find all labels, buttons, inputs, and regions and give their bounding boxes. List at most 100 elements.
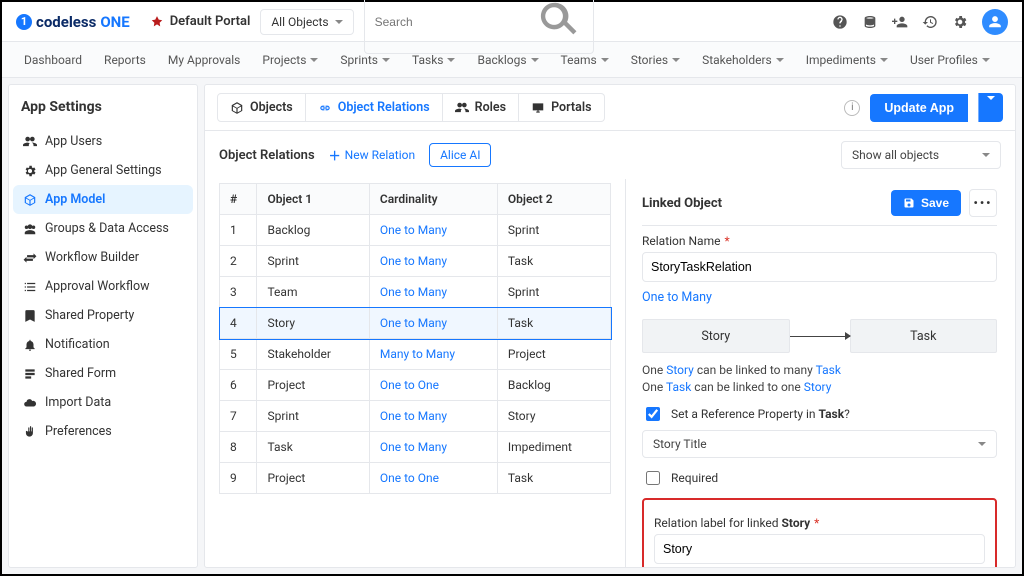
sidebar-item-import-data[interactable]: Import Data	[13, 388, 193, 417]
sidebar-item-app-model[interactable]: App Model	[13, 185, 193, 214]
gear-icon	[23, 164, 37, 178]
nav-item-backlogs[interactable]: Backlogs	[477, 53, 538, 67]
search-input[interactable]	[373, 14, 532, 30]
tab-roles[interactable]: Roles	[443, 93, 519, 122]
dots-icon: •••	[974, 196, 993, 210]
chevron-down-icon	[672, 58, 680, 62]
sidebar-item-preferences[interactable]: Preferences	[13, 417, 193, 446]
filter-objects-select[interactable]: Show all objects	[841, 141, 1001, 169]
cube-icon	[23, 193, 37, 207]
add-user-icon[interactable]	[892, 14, 908, 30]
nav-item-stories[interactable]: Stories	[631, 53, 680, 67]
tab-portals[interactable]: Portals	[519, 93, 604, 122]
table-row[interactable]: 9ProjectOne to OneTask	[220, 463, 611, 494]
tab-objects[interactable]: Objects	[217, 93, 306, 122]
table-row[interactable]: 2SprintOne to ManyTask	[220, 246, 611, 277]
required-checkbox[interactable]	[646, 471, 660, 485]
nav-item-sprints[interactable]: Sprints	[340, 53, 390, 67]
relation-name-input[interactable]	[642, 252, 997, 282]
nav-item-impediments[interactable]: Impediments	[806, 53, 888, 67]
nav-item-user-profiles[interactable]: User Profiles	[910, 53, 990, 67]
main-panel: ObjectsObject RelationsRolesPortals i Up…	[204, 84, 1016, 568]
chevron-down-icon	[335, 20, 343, 24]
table-row[interactable]: 6ProjectOne to OneBacklog	[220, 370, 611, 401]
save-button[interactable]: Save	[891, 190, 961, 216]
table-row[interactable]: 1BacklogOne to ManySprint	[220, 215, 611, 246]
sidebar-item-app-users[interactable]: App Users	[13, 127, 193, 156]
hand-icon	[23, 425, 37, 439]
linked-object-panel: Linked Object Save ••• Relation Name* On…	[625, 179, 1015, 567]
relation-name-label: Relation Name*	[642, 234, 997, 248]
settings-icon[interactable]	[952, 14, 968, 30]
chevron-down-icon	[531, 58, 539, 62]
diagram-right-box: Task	[850, 319, 998, 353]
chevron-down-icon	[310, 58, 318, 62]
cardinality-cell[interactable]: One to Many	[369, 308, 497, 339]
cardinality-cell[interactable]: One to One	[369, 463, 497, 494]
diagram-left-box: Story	[642, 319, 790, 353]
nav-item-stakeholders[interactable]: Stakeholders	[702, 53, 784, 67]
table-row[interactable]: 3TeamOne to ManySprint	[220, 277, 611, 308]
nav-item-projects[interactable]: Projects	[262, 53, 318, 67]
table-row[interactable]: 4StoryOne to ManyTask	[220, 308, 611, 339]
cardinality-cell[interactable]: One to Many	[369, 215, 497, 246]
relation-label-1-input[interactable]	[654, 534, 985, 564]
avatar[interactable]	[982, 9, 1008, 35]
reference-property-select[interactable]: Story Title	[642, 430, 997, 458]
new-relation-button[interactable]: ＋ New Relation	[329, 147, 415, 164]
sidebar-item-shared-property[interactable]: Shared Property	[13, 301, 193, 330]
topbar-icons	[832, 9, 1008, 35]
cardinality-cell[interactable]: Many to Many	[369, 339, 497, 370]
sidebar-item-notification[interactable]: Notification	[13, 330, 193, 359]
users-icon	[455, 101, 469, 115]
cardinality-cell[interactable]: One to Many	[369, 246, 497, 277]
all-objects-selector[interactable]: All Objects	[260, 9, 353, 35]
update-app-button[interactable]: Update App	[870, 94, 968, 122]
nav-item-dashboard[interactable]: Dashboard	[24, 53, 82, 67]
logo[interactable]: 1 codelessONE	[16, 13, 130, 31]
cardinality-cell[interactable]: One to Many	[369, 432, 497, 463]
alice-ai-button[interactable]: Alice AI	[429, 143, 491, 167]
cardinality-cell[interactable]: One to One	[369, 370, 497, 401]
form-icon	[23, 367, 37, 381]
cardinality-cell[interactable]: One to Many	[369, 277, 497, 308]
sidebar-item-shared-form[interactable]: Shared Form	[13, 359, 193, 388]
portal-selector[interactable]: Default Portal	[150, 14, 251, 29]
table-row[interactable]: 5StakeholderMany to ManyProject	[220, 339, 611, 370]
cardinality-cell[interactable]: One to Many	[369, 401, 497, 432]
nav-item-tasks[interactable]: Tasks	[412, 53, 456, 67]
content: #Object 1CardinalityObject 2 1BacklogOne…	[205, 179, 1015, 567]
relation-label-1: Relation label for linked Story*	[654, 516, 985, 530]
nav-item-reports[interactable]: Reports	[104, 53, 146, 67]
table-row[interactable]: 7SprintOne to ManyStory	[220, 401, 611, 432]
nav-item-my-approvals[interactable]: My Approvals	[168, 53, 241, 67]
reference-property-value: Story Title	[653, 437, 707, 451]
global-search[interactable]	[364, 0, 594, 54]
portal-label: Default Portal	[170, 14, 251, 29]
tab-object-relations[interactable]: Object Relations	[306, 93, 443, 122]
sidebar-item-app-general-settings[interactable]: App General Settings	[13, 156, 193, 185]
help-icon[interactable]	[832, 14, 848, 30]
set-reference-checkbox[interactable]	[646, 407, 660, 421]
relation-note-1: One Story can be linked to many Task	[642, 363, 997, 377]
sidebar-item-approval-workflow[interactable]: Approval Workflow	[13, 272, 193, 301]
table-row[interactable]: 8TaskOne to ManyImpediment	[220, 432, 611, 463]
relation-diagram: Story Task	[642, 319, 997, 353]
cardinality-link[interactable]: One to Many	[642, 290, 712, 305]
tabs: ObjectsObject RelationsRolesPortals i Up…	[205, 85, 1015, 131]
save-icon	[903, 197, 915, 209]
portal-icon	[150, 15, 164, 29]
nav-item-teams[interactable]: Teams	[561, 53, 609, 67]
all-objects-label: All Objects	[271, 15, 328, 29]
update-app-dropdown[interactable]	[978, 93, 1003, 122]
sidebar-item-workflow-builder[interactable]: Workflow Builder	[13, 243, 193, 272]
info-icon[interactable]: i	[844, 100, 860, 116]
sidebar-item-groups-data-access[interactable]: Groups & Data Access	[13, 214, 193, 243]
save-label: Save	[921, 196, 949, 210]
database-icon[interactable]	[862, 14, 878, 30]
col-object-2: Object 2	[497, 184, 610, 215]
bookmark-icon	[23, 309, 37, 323]
more-actions-button[interactable]: •••	[969, 189, 997, 217]
topbar: 1 codelessONE Default Portal All Objects	[2, 2, 1022, 42]
history-icon[interactable]	[922, 14, 938, 30]
